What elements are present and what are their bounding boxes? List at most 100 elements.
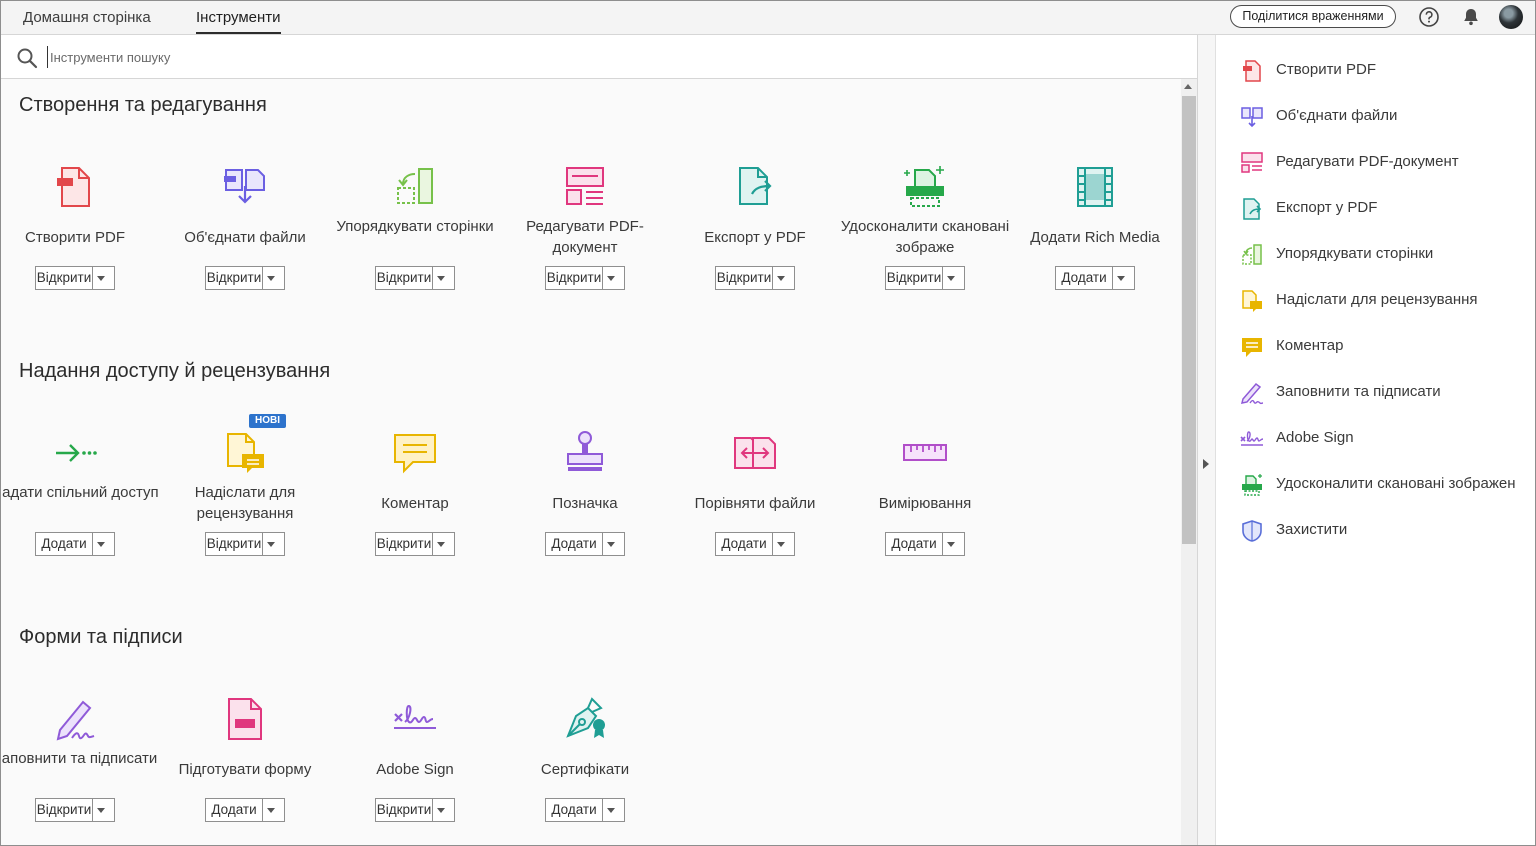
certificates-pen-icon bbox=[566, 697, 605, 738]
rich-media-film-icon bbox=[1077, 167, 1113, 207]
chevron-down-icon[interactable] bbox=[267, 542, 275, 547]
export-pdf-icon bbox=[1243, 198, 1262, 220]
combine-files-icon bbox=[1241, 107, 1263, 128]
right-pane-item-edit-pdf[interactable]: Редагувати PDF-документ bbox=[1240, 150, 1535, 176]
right-pane-toggle[interactable] bbox=[1197, 35, 1216, 845]
chevron-down-icon[interactable] bbox=[777, 276, 785, 281]
add-dropdown-button[interactable]: Додати bbox=[205, 798, 285, 822]
tab-home[interactable]: Домашня сторінка bbox=[23, 1, 151, 34]
tool-label: Створити PDF bbox=[25, 229, 125, 246]
chevron-down-icon[interactable] bbox=[607, 542, 615, 547]
export-pdf-icon bbox=[739, 167, 772, 205]
right-pane-item-comment[interactable]: Коментар bbox=[1240, 334, 1535, 360]
chevron-down-icon[interactable] bbox=[947, 276, 955, 281]
chevron-down-icon[interactable] bbox=[437, 542, 445, 547]
prepare-form-icon bbox=[228, 698, 262, 740]
right-pane-item-label: Створити PDF bbox=[1276, 61, 1376, 78]
help-icon[interactable] bbox=[1418, 6, 1440, 28]
app-window: Домашня сторінка Інструменти Поділитися … bbox=[0, 0, 1536, 846]
add-dropdown-button[interactable]: Додати bbox=[545, 532, 625, 556]
chevron-down-icon[interactable] bbox=[97, 276, 105, 281]
share-feedback-button[interactable]: Поділитися враженнями bbox=[1230, 5, 1396, 28]
chevron-down-icon[interactable] bbox=[1117, 276, 1125, 281]
add-dropdown-button[interactable]: Додати bbox=[545, 798, 625, 822]
right-pane-item-adobe-sign[interactable]: Adobe Sign bbox=[1240, 426, 1535, 452]
open-dropdown-button[interactable]: Відкрити bbox=[35, 266, 115, 290]
right-pane-item-label: Захистити bbox=[1276, 521, 1348, 538]
add-dropdown-button[interactable]: Додати bbox=[715, 532, 795, 556]
right-pane-item-send-for-review[interactable]: Надіслати для рецензування bbox=[1240, 288, 1535, 314]
add-dropdown-button[interactable]: Додати bbox=[35, 532, 115, 556]
right-pane-item-label: Удосконалити скановані зображен bbox=[1276, 475, 1516, 492]
top-bar: Домашня сторінка Інструменти Поділитися … bbox=[1, 1, 1535, 35]
search-icon bbox=[17, 48, 38, 69]
right-pane-item-label: Упорядкувати сторінки bbox=[1276, 245, 1434, 262]
chevron-down-icon[interactable] bbox=[437, 808, 445, 813]
comment-icon bbox=[1242, 338, 1262, 357]
right-pane-item-combine-files[interactable]: Об'єднати файли bbox=[1240, 104, 1535, 130]
notifications-bell-icon[interactable] bbox=[1460, 6, 1482, 28]
open-dropdown-button[interactable]: Відкрити bbox=[885, 266, 965, 290]
comment-icon bbox=[394, 434, 436, 474]
open-dropdown-button[interactable]: Відкрити bbox=[375, 266, 455, 290]
chevron-down-icon[interactable] bbox=[97, 542, 105, 547]
add-dropdown-button[interactable]: Додати bbox=[1055, 266, 1135, 290]
open-dropdown-button[interactable]: Відкрити bbox=[545, 266, 625, 290]
chevron-down-icon[interactable] bbox=[607, 808, 615, 813]
open-dropdown-button[interactable]: Відкрити bbox=[375, 798, 455, 822]
right-pane-item-enhance-scans[interactable]: Удосконалити скановані зображен bbox=[1240, 472, 1535, 498]
vertical-scrollbar[interactable] bbox=[1181, 79, 1197, 845]
chevron-down-icon[interactable] bbox=[607, 276, 615, 281]
scrollbar-thumb[interactable] bbox=[1182, 96, 1196, 544]
protect-shield-icon bbox=[1242, 520, 1262, 542]
chevron-down-icon[interactable] bbox=[437, 276, 445, 281]
adobe-sign-icon bbox=[1240, 431, 1264, 446]
search-bar bbox=[1, 35, 1197, 79]
open-dropdown-button[interactable]: Відкрити bbox=[205, 532, 285, 556]
adobe-sign-icon bbox=[394, 705, 436, 729]
right-pane-item-label: Експорт у PDF bbox=[1276, 199, 1378, 216]
chevron-down-icon[interactable] bbox=[267, 808, 275, 813]
chevron-down-icon[interactable] bbox=[97, 808, 105, 813]
tab-tools[interactable]: Інструменти bbox=[196, 1, 281, 34]
tool-label: Порівняти файли bbox=[694, 495, 816, 512]
open-dropdown-button[interactable]: Відкрити bbox=[715, 266, 795, 290]
open-dropdown-button[interactable]: Відкрити bbox=[205, 266, 285, 290]
compare-files-icon bbox=[734, 437, 776, 469]
tool-label: Adobe Sign bbox=[376, 761, 454, 778]
tool-label: Позначка bbox=[552, 495, 618, 512]
add-dropdown-button[interactable]: Додати bbox=[885, 532, 965, 556]
search-tools-input[interactable] bbox=[47, 46, 650, 68]
organize-pages-icon bbox=[1242, 244, 1262, 265]
scroll-up-arrow-icon[interactable] bbox=[1184, 84, 1192, 89]
open-dropdown-button[interactable]: Відкрити bbox=[35, 798, 115, 822]
tool-label: Об'єднати файли bbox=[184, 229, 306, 246]
right-pane-item-export-pdf[interactable]: Експорт у PDF bbox=[1240, 196, 1535, 222]
section-title-share-review: Надання доступу й рецензування bbox=[19, 360, 331, 382]
right-pane-item-organize-pages[interactable]: Упорядкувати сторінки bbox=[1240, 242, 1535, 268]
tool-label: Вимірювання bbox=[878, 495, 972, 512]
button-label: Відкрити bbox=[206, 267, 263, 289]
chevron-down-icon[interactable] bbox=[777, 542, 785, 547]
share-arrow-icon bbox=[56, 444, 97, 462]
button-label: Відкрити bbox=[376, 533, 433, 555]
button-label: Відкрити bbox=[376, 799, 433, 821]
button-label: Додати bbox=[886, 533, 943, 555]
button-label: Відкрити bbox=[206, 533, 263, 555]
right-pane-item-protect[interactable]: Захистити bbox=[1240, 518, 1535, 544]
button-label: Відкрити bbox=[36, 267, 93, 289]
button-label: Додати bbox=[716, 533, 773, 555]
tool-label: Експорт у PDF bbox=[704, 229, 806, 246]
open-dropdown-button[interactable]: Відкрити bbox=[375, 532, 455, 556]
chevron-down-icon[interactable] bbox=[947, 542, 955, 547]
user-avatar[interactable] bbox=[1499, 5, 1523, 29]
right-pane-item-fill-sign[interactable]: Заповнити та підписати bbox=[1240, 380, 1535, 406]
ruler-measure-icon bbox=[903, 444, 947, 461]
edit-pdf-icon bbox=[1241, 152, 1263, 173]
chevron-down-icon[interactable] bbox=[267, 276, 275, 281]
right-pane-item-create-pdf[interactable]: Створити PDF bbox=[1240, 58, 1535, 84]
button-label: Додати bbox=[206, 799, 263, 821]
right-pane-item-label: Надіслати для рецензування bbox=[1276, 291, 1478, 308]
right-pane-item-label: Редагувати PDF-документ bbox=[1276, 153, 1459, 170]
expand-arrow-icon[interactable] bbox=[1203, 459, 1209, 469]
